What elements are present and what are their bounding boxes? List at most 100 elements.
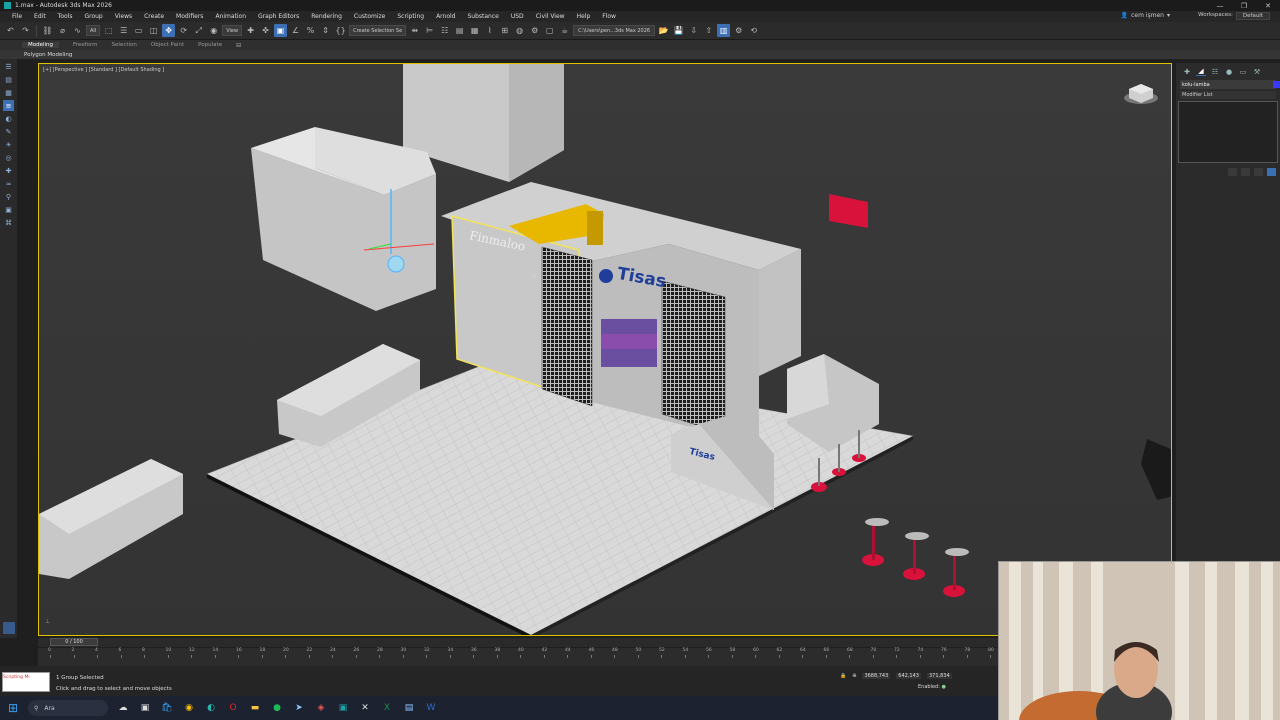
render-production-icon[interactable]: ☕ [558,24,571,37]
create-tab-icon[interactable]: ✚ [1182,67,1192,76]
link-icon[interactable]: ⛓ [41,24,54,37]
menu-modifiers[interactable]: Modifiers [170,13,209,20]
time-slider-handle[interactable]: 0 / 100 [50,638,98,646]
schematic-view-icon[interactable]: ⊞ [498,24,511,37]
display-shapes-icon[interactable]: ✎ [3,126,14,137]
configure-sets-icon[interactable] [1267,168,1276,176]
absolute-mode-icon[interactable]: ⊕ [852,673,856,679]
display-spacewarps-icon[interactable]: ≈ [3,178,14,189]
tab-object-paint[interactable]: Object Paint [151,42,184,48]
menu-group[interactable]: Group [78,13,108,20]
selection-filter-dropdown[interactable]: All [86,25,101,36]
tab-modeling[interactable]: Modeling [22,42,60,48]
enabled-indicator-icon[interactable]: ● [941,684,945,690]
viewport-label[interactable]: [+] [Perspective ] [Standard ] [Default … [43,67,164,73]
account-menu[interactable]: 👤 cem işmen ▾ [1121,12,1170,19]
menu-customize[interactable]: Customize [348,13,392,20]
project-folder-field[interactable]: C:\Users\pen...3ds Max 2026 [573,25,656,36]
viewcube[interactable] [1123,80,1159,108]
redo-icon[interactable]: ↷ [19,24,32,37]
menu-animation[interactable]: Animation [209,13,252,20]
utilities-tab-icon[interactable]: ⚒ [1252,67,1262,76]
settings-icon[interactable]: ⚙ [732,24,745,37]
notes-icon[interactable]: ▤ [402,701,416,715]
autocad-icon[interactable]: ✕ [358,701,372,715]
make-unique-icon[interactable] [1254,168,1263,176]
display-lights-icon[interactable]: ☀ [3,139,14,150]
workspace-dropdown[interactable]: Default [1235,12,1270,20]
3dsmax-icon[interactable]: ▣ [336,701,350,715]
material-editor-icon[interactable]: ◍ [513,24,526,37]
unlink-icon[interactable]: ⌀ [56,24,69,37]
reference-coordinate-dropdown[interactable]: View [222,25,243,36]
hierarchy-icon[interactable]: ≡ [3,100,14,111]
menu-usd[interactable]: USD [505,13,530,20]
store-icon[interactable]: 🛍 [160,701,174,715]
layer-explorer-icon[interactable]: ▤ [453,24,466,37]
menu-civil-view[interactable]: Civil View [530,13,571,20]
curve-editor-icon[interactable]: ⌇ [483,24,496,37]
tab-populate[interactable]: Populate [198,42,222,48]
folder-icon[interactable]: ▬ [248,701,262,715]
show-end-result-icon[interactable] [1241,168,1250,176]
modifier-stack[interactable] [1178,101,1278,163]
bind-space-warp-icon[interactable]: ∿ [71,24,84,37]
display-xrefs-icon[interactable]: ⌘ [3,217,14,228]
rendered-frame-window-icon[interactable]: ▢ [543,24,556,37]
select-manipulate-icon[interactable]: ✜ [259,24,272,37]
menu-arnold[interactable]: Arnold [430,13,461,20]
render-setup-icon[interactable]: ⚙ [528,24,541,37]
mirror-icon[interactable]: ⇹ [408,24,421,37]
menu-scripting[interactable]: Scripting [391,13,430,20]
widgets-icon[interactable]: ☁ [116,701,130,715]
spotify-icon[interactable]: ● [270,701,284,715]
snaps-toggle-icon[interactable]: ▣ [274,24,288,37]
object-name-field[interactable]: kolu-lamba [1180,80,1280,89]
coord-z-field[interactable]: 371,834 [926,673,952,679]
open-project-icon[interactable]: 📂 [657,24,670,37]
maxscript-listener[interactable]: Scripting Mi [2,672,50,692]
motion-tab-icon[interactable]: ● [1224,67,1234,76]
coord-x-field[interactable]: 3688,743 [862,673,891,679]
modifier-list-dropdown[interactable]: Modifier List [1180,91,1276,99]
edge-icon[interactable]: ◐ [204,701,218,715]
export-icon[interactable]: ⇧ [702,24,715,37]
chrome-icon[interactable]: ◉ [182,701,196,715]
menu-views[interactable]: Views [109,13,138,20]
display-cameras-icon[interactable]: ◎ [3,152,14,163]
spinner-snap-icon[interactable]: ⇕ [319,24,332,37]
opera-icon[interactable]: O [226,701,240,715]
scene-explorer-icon[interactable]: ☷ [438,24,451,37]
viewport-layout-icon[interactable]: ▥ [717,24,731,37]
select-object-icon[interactable]: ⬚ [102,24,115,37]
undo-icon[interactable]: ↶ [4,24,17,37]
windows-start-icon[interactable]: ⊞ [6,701,20,715]
named-selection-dropdown[interactable]: Create Selection Se [349,25,407,36]
filter-icon[interactable]: ▦ [3,87,14,98]
object-color-swatch[interactable] [1273,81,1280,88]
menu-edit[interactable]: Edit [28,13,52,20]
perspective-viewport[interactable]: [+] [Perspective ] [Standard ] [Default … [38,63,1172,636]
time-slider[interactable]: 0 / 100 [38,638,998,647]
hierarchy-tab-icon[interactable]: ☷ [1210,67,1220,76]
coord-y-field[interactable]: 642,143 [896,673,921,679]
menu-help[interactable]: Help [571,13,597,20]
place-icon[interactable]: ◉ [207,24,220,37]
menu-flow[interactable]: Flow [596,13,622,20]
display-geometry-icon[interactable]: ◐ [3,113,14,124]
window-crossing-icon[interactable]: ◫ [147,24,160,37]
minimize-button[interactable]: — [1208,0,1232,11]
layer-toggle-icon[interactable] [2,622,15,634]
ribbon-options-icon[interactable]: ⊟ [236,42,241,49]
task-view-icon[interactable]: ▣ [138,701,152,715]
angle-snap-icon[interactable]: ∠ [289,24,302,37]
menu-file[interactable]: File [6,13,28,20]
sync-icon[interactable]: ⟲ [747,24,760,37]
tab-freeform[interactable]: Freeform [73,42,98,48]
menu-create[interactable]: Create [138,13,170,20]
tab-selection[interactable]: Selection [112,42,137,48]
telegram-icon[interactable]: ➤ [292,701,306,715]
track-bar[interactable]: 0 2 4 6 8 10 12 14 16 18 20 22 24 26 28 30 32 34 36 38 40 42 4… [38,648,998,666]
word-icon[interactable]: W [424,701,438,715]
edit-named-selection-icon[interactable]: {} [334,24,347,37]
